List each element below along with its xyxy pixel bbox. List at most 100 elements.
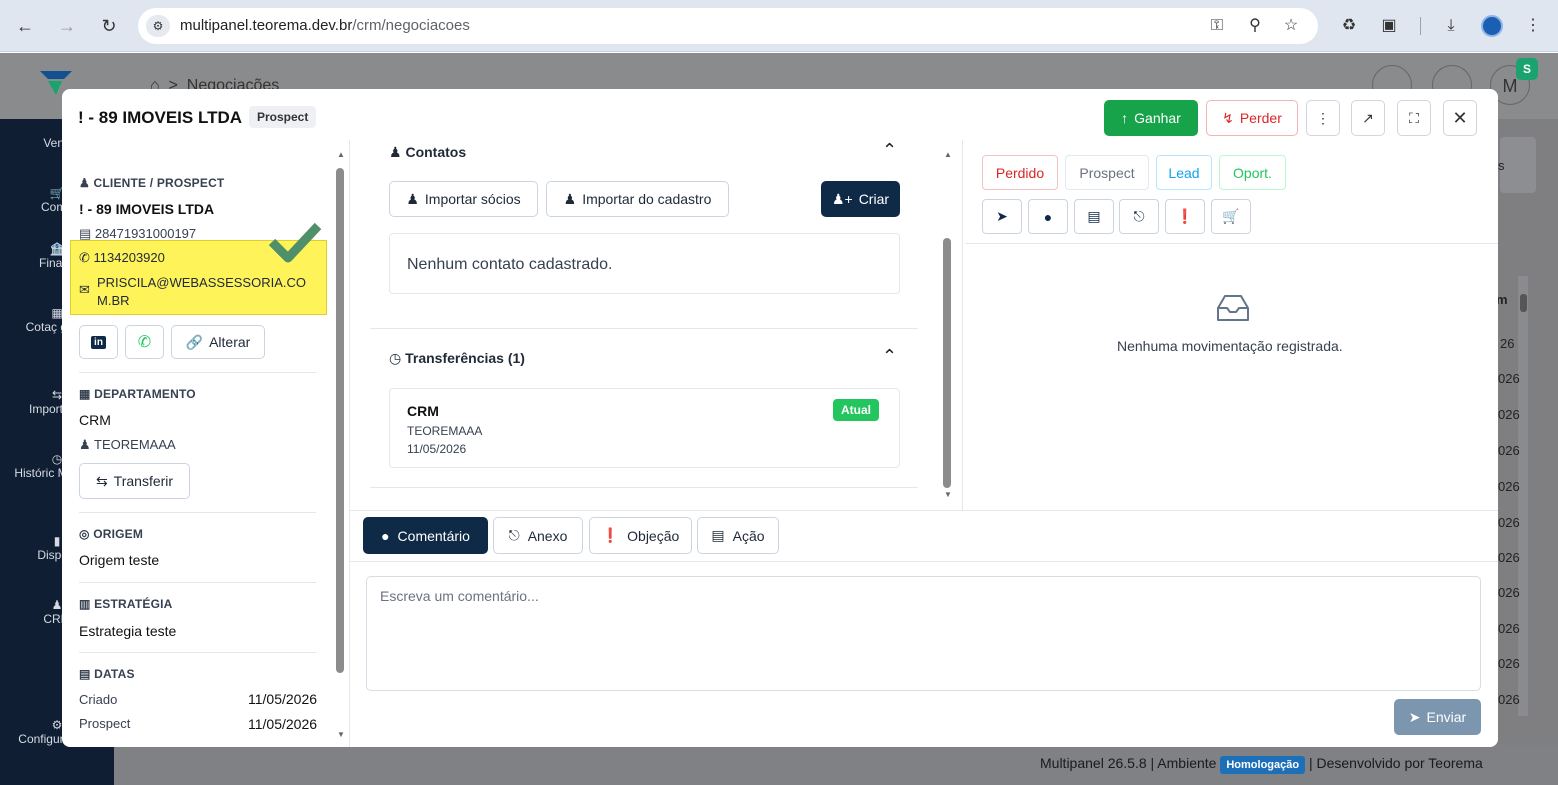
bg-scroll-thumb[interactable] xyxy=(1520,294,1527,312)
back-icon[interactable]: ← xyxy=(12,13,38,39)
paperclip-icon: ⎋ xyxy=(1133,208,1145,224)
open-external-button[interactable]: ↗ xyxy=(1351,100,1385,136)
linkedin-button[interactable]: in xyxy=(79,325,118,359)
divider xyxy=(965,243,1498,244)
stage-badge: Prospect xyxy=(249,106,317,128)
comment-icon: ● xyxy=(1043,208,1053,225)
calendar-icon: ▤ xyxy=(1087,208,1101,224)
import-partners-label: Importar sócios xyxy=(424,191,521,207)
tab-action[interactable]: ▤ Ação xyxy=(697,517,779,554)
transfers-header[interactable]: ◷ Transferências (1) xyxy=(389,350,525,367)
url-host: multipanel.teorema.dev.br xyxy=(180,17,353,34)
send-label: Enviar xyxy=(1426,709,1467,725)
key-icon[interactable]: ⚿ xyxy=(1206,15,1228,37)
download-icon[interactable]: ⤓ xyxy=(1440,15,1462,37)
divider xyxy=(370,487,918,488)
forward-icon[interactable]: → xyxy=(54,13,80,39)
filter-objection-button[interactable]: ❗ xyxy=(1165,199,1205,234)
filter-comment-button[interactable]: ● xyxy=(1028,199,1068,234)
tab-label: Ação xyxy=(732,527,765,544)
comment-icon: ● xyxy=(381,527,390,544)
empty-activity-text: Nenhuma movimentação registrada. xyxy=(1117,338,1343,354)
profile-avatar[interactable] xyxy=(1481,15,1503,37)
bg-cell: 026 xyxy=(1498,550,1520,565)
modal-title: ! - 89 IMOVEIS LTDA xyxy=(78,108,243,127)
import-partners-button[interactable]: ♟ Importar sócios xyxy=(389,181,538,217)
filter-calendar-button[interactable]: ▤ xyxy=(1074,199,1114,234)
comment-placeholder: Escreva um comentário... xyxy=(380,588,539,604)
close-button[interactable]: ✕ xyxy=(1443,100,1477,136)
win-button[interactable]: ↑ Ganhar xyxy=(1104,100,1198,136)
transfer-user: TEOREMAAA xyxy=(407,424,483,438)
send-icon: ➤ xyxy=(1408,708,1421,725)
whatsapp-icon: ✆ xyxy=(137,334,152,351)
alter-button[interactable]: 🔗 Alterar xyxy=(171,325,265,359)
tab-objection[interactable]: ❗ Objeção xyxy=(589,517,692,554)
bg-scrollbar[interactable] xyxy=(1518,276,1528,716)
url-path: /crm/negociacoes xyxy=(352,17,470,34)
send-button[interactable]: ➤ Enviar xyxy=(1394,699,1481,735)
reload-icon[interactable]: ↻ xyxy=(96,13,122,39)
origin-section-text: ORIGEM xyxy=(93,527,144,541)
filter-send-button[interactable]: ➤ xyxy=(982,199,1022,234)
tag-lead[interactable]: Lead xyxy=(1156,155,1212,190)
origin-section-label: ◎ ORIGEM xyxy=(79,527,143,541)
footer-dev: Desenvolvido por Teorema xyxy=(1316,755,1483,771)
tag-lost[interactable]: Perdido xyxy=(982,155,1058,190)
import-register-button[interactable]: ♟ Importar do cadastro xyxy=(546,181,729,217)
import-register-label: Importar do cadastro xyxy=(582,191,712,207)
tag-opportunity[interactable]: Oport. xyxy=(1219,155,1286,190)
more-options-button[interactable]: ⋮ xyxy=(1306,100,1340,136)
filter-attachment-button[interactable]: ⎋ xyxy=(1119,199,1159,234)
contacts-header[interactable]: ♟ Contatos xyxy=(389,144,466,161)
swap-icon: ⇆ xyxy=(95,472,108,489)
scroll-thumb[interactable] xyxy=(336,168,344,673)
arrow-down-icon: ↯ xyxy=(1222,109,1234,126)
department-user: ♟ TEOREMAAA xyxy=(79,437,176,453)
create-contact-button[interactable]: ♟+ Criar xyxy=(821,181,900,217)
recycle-extension-icon[interactable]: ♻ xyxy=(1338,15,1360,37)
document-value: 28471931000197 xyxy=(94,226,197,241)
left-panel-scrollbar[interactable]: ▲ ▼ xyxy=(334,150,346,742)
bg-cell: 026 xyxy=(1498,479,1520,494)
middle-panel-scrollbar[interactable]: ▲ ▼ xyxy=(940,150,954,504)
transfer-label: Transferir xyxy=(113,473,174,489)
bg-cell: 026 xyxy=(1498,371,1520,386)
tab-comment[interactable]: ● Comentário xyxy=(363,517,488,554)
fullscreen-button[interactable]: ⛶ xyxy=(1397,100,1431,136)
origin-value: Origem teste xyxy=(79,552,160,568)
filter-cart-button[interactable]: 🛒 xyxy=(1211,199,1251,234)
more-menu-icon[interactable]: ⋮ xyxy=(1522,15,1544,37)
chevron-up-icon[interactable]: ⌃ xyxy=(882,140,897,161)
transfer-button[interactable]: ⇆ Transferir xyxy=(79,463,190,499)
bg-card xyxy=(1500,137,1536,193)
lose-button[interactable]: ↯ Perder xyxy=(1206,100,1298,136)
bg-cell: 26 xyxy=(1500,336,1515,351)
bookmark-star-icon[interactable]: ☆ xyxy=(1280,15,1302,37)
client-section-label: ♟ CLIENTE / PROSPECT xyxy=(79,176,224,190)
create-label: Criar xyxy=(858,191,890,207)
extensions-icon[interactable]: ▣ xyxy=(1378,15,1400,37)
url-text[interactable]: multipanel.teorema.dev.br/crm/negociacoe… xyxy=(180,17,470,34)
linkedin-icon: in xyxy=(91,335,106,349)
site-info-icon[interactable]: ⚙ xyxy=(146,15,170,37)
dept-user-value: TEOREMAAA xyxy=(94,437,176,452)
history-icon: ◷ xyxy=(389,350,402,366)
user-plus-icon: ♟+ xyxy=(831,190,853,207)
prospect-date-label: Prospect xyxy=(79,716,131,731)
chevron-up-icon[interactable]: ⌃ xyxy=(882,346,897,367)
dates-section-text: DATAS xyxy=(94,667,135,681)
tab-label: Anexo xyxy=(527,527,568,544)
tag-prospect[interactable]: Prospect xyxy=(1065,155,1149,190)
zoom-icon[interactable]: ⚲ xyxy=(1244,15,1266,37)
alert-icon: ❗ xyxy=(601,527,620,543)
whatsapp-button[interactable]: ✆ xyxy=(125,325,164,359)
scroll-thumb[interactable] xyxy=(943,238,951,488)
current-badge: Atual xyxy=(833,399,879,421)
tab-attachment[interactable]: ⎋ Anexo xyxy=(493,517,583,554)
alter-label: Alterar xyxy=(209,334,251,350)
client-document: ▤ 28471931000197 xyxy=(79,226,196,242)
client-name: ! - 89 IMOVEIS LTDA xyxy=(79,201,215,217)
bg-cell: 026 xyxy=(1498,656,1520,671)
client-phone: ✆ 1134203920 xyxy=(79,250,165,266)
